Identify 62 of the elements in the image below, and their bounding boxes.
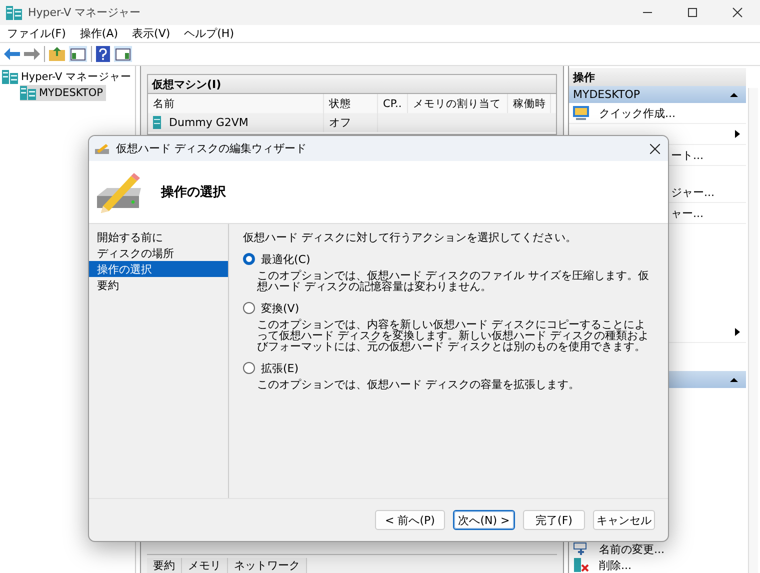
panel-icon[interactable]	[69, 46, 87, 62]
details-tab[interactable]: メモリ	[182, 558, 228, 573]
action-item[interactable]: クイック作成...	[599, 106, 676, 120]
instruction-text: 仮想ハード ディスクに対して行うアクションを選択してください。	[243, 230, 578, 245]
panel-title: 操作	[569, 68, 746, 86]
radio-button[interactable]	[243, 253, 255, 265]
window-title: Hyper-V マネージャー	[28, 5, 141, 20]
collapse-icon[interactable]	[730, 378, 738, 382]
tree-item[interactable]: Hyper-V マネージャー	[2, 69, 135, 85]
option-description: このオプションでは、内容を新しい仮想ハード ディスクにコピーすることによって仮想ハード ディスクを変換します。新しい仮想ハード ディスクの種類およびフォーマットには、元の仮想ハード ディスクとは別のものを使用できます。	[257, 319, 650, 352]
option-description: このオプションでは、仮想ハード ディスクの容量を拡張します。	[257, 379, 580, 390]
server-icon	[2, 70, 18, 84]
close-icon[interactable]	[650, 144, 660, 154]
tree-item[interactable]: MYDESKTOP	[20, 85, 106, 101]
monitor-icon	[573, 106, 589, 120]
menu-item[interactable]: ファイル(F)	[0, 26, 73, 41]
server-icon	[20, 86, 36, 100]
submenu-arrow-icon[interactable]	[735, 130, 740, 138]
menu-item[interactable]: 表示(V)	[125, 26, 178, 41]
action-item[interactable]: ート...	[671, 148, 704, 162]
wizard-icon	[95, 144, 109, 154]
action-item[interactable]: ジャー...	[671, 184, 714, 200]
wizard-button[interactable]: 次へ(N) >	[453, 510, 515, 530]
details-tab[interactable]: ネットワーク	[228, 558, 307, 573]
radio-button[interactable]	[243, 362, 255, 374]
help-icon[interactable]	[96, 46, 110, 62]
action-item[interactable]: 削除...	[599, 558, 632, 572]
rename-icon	[573, 542, 589, 556]
forward-icon[interactable]	[24, 48, 40, 60]
panel-title: 仮想マシン(I)	[147, 74, 557, 93]
wizard-step[interactable]: 操作の選択	[89, 261, 228, 277]
action-item[interactable]: ャー...	[671, 206, 704, 220]
wizard-button[interactable]: < 前へ(P)	[375, 510, 445, 530]
option-label[interactable]: 拡張(E)	[261, 360, 299, 376]
option-label[interactable]: 変換(V)	[261, 300, 300, 316]
table-cell: オフ	[324, 113, 378, 132]
folder-up-icon[interactable]	[49, 47, 65, 61]
radio-button[interactable]	[243, 302, 255, 314]
wizard-step[interactable]: 要約	[89, 277, 228, 293]
submenu-arrow-icon[interactable]	[735, 328, 740, 336]
wizard-button[interactable]: キャンセル	[593, 510, 655, 530]
dialog-title: 仮想ハード ディスクの編集ウィザード	[116, 141, 306, 156]
details-tab[interactable]: 要約	[147, 558, 182, 573]
option-description: このオプションでは、仮想ハード ディスクのファイル サイズを圧縮します。仮想ハード ディスクの記憶容量は変わりません。	[257, 270, 650, 292]
wizard-button[interactable]: 完了(F)	[523, 510, 585, 530]
scrollbar[interactable]	[748, 88, 758, 573]
disk-pencil-icon	[95, 170, 143, 214]
action-item[interactable]: 名前の変更...	[599, 542, 664, 556]
wizard-step[interactable]: ディスクの場所	[89, 245, 228, 261]
delete-icon	[573, 558, 589, 572]
vm-name: Dummy G2VM	[169, 116, 248, 129]
section-header[interactable]: MYDESKTOP	[569, 86, 746, 103]
menu-item[interactable]: ヘルプ(H)	[177, 26, 241, 41]
back-icon[interactable]	[4, 48, 20, 60]
menu-item[interactable]: 操作(A)	[72, 26, 126, 41]
collapse-icon[interactable]	[730, 92, 738, 96]
option-label[interactable]: 最適化(C)	[261, 252, 310, 266]
panel-icon[interactable]	[114, 46, 132, 62]
page-heading: 操作の選択	[161, 184, 226, 201]
server-icon	[6, 6, 22, 20]
vm-icon	[153, 116, 161, 129]
wizard-step[interactable]: 開始する前に	[89, 229, 228, 245]
